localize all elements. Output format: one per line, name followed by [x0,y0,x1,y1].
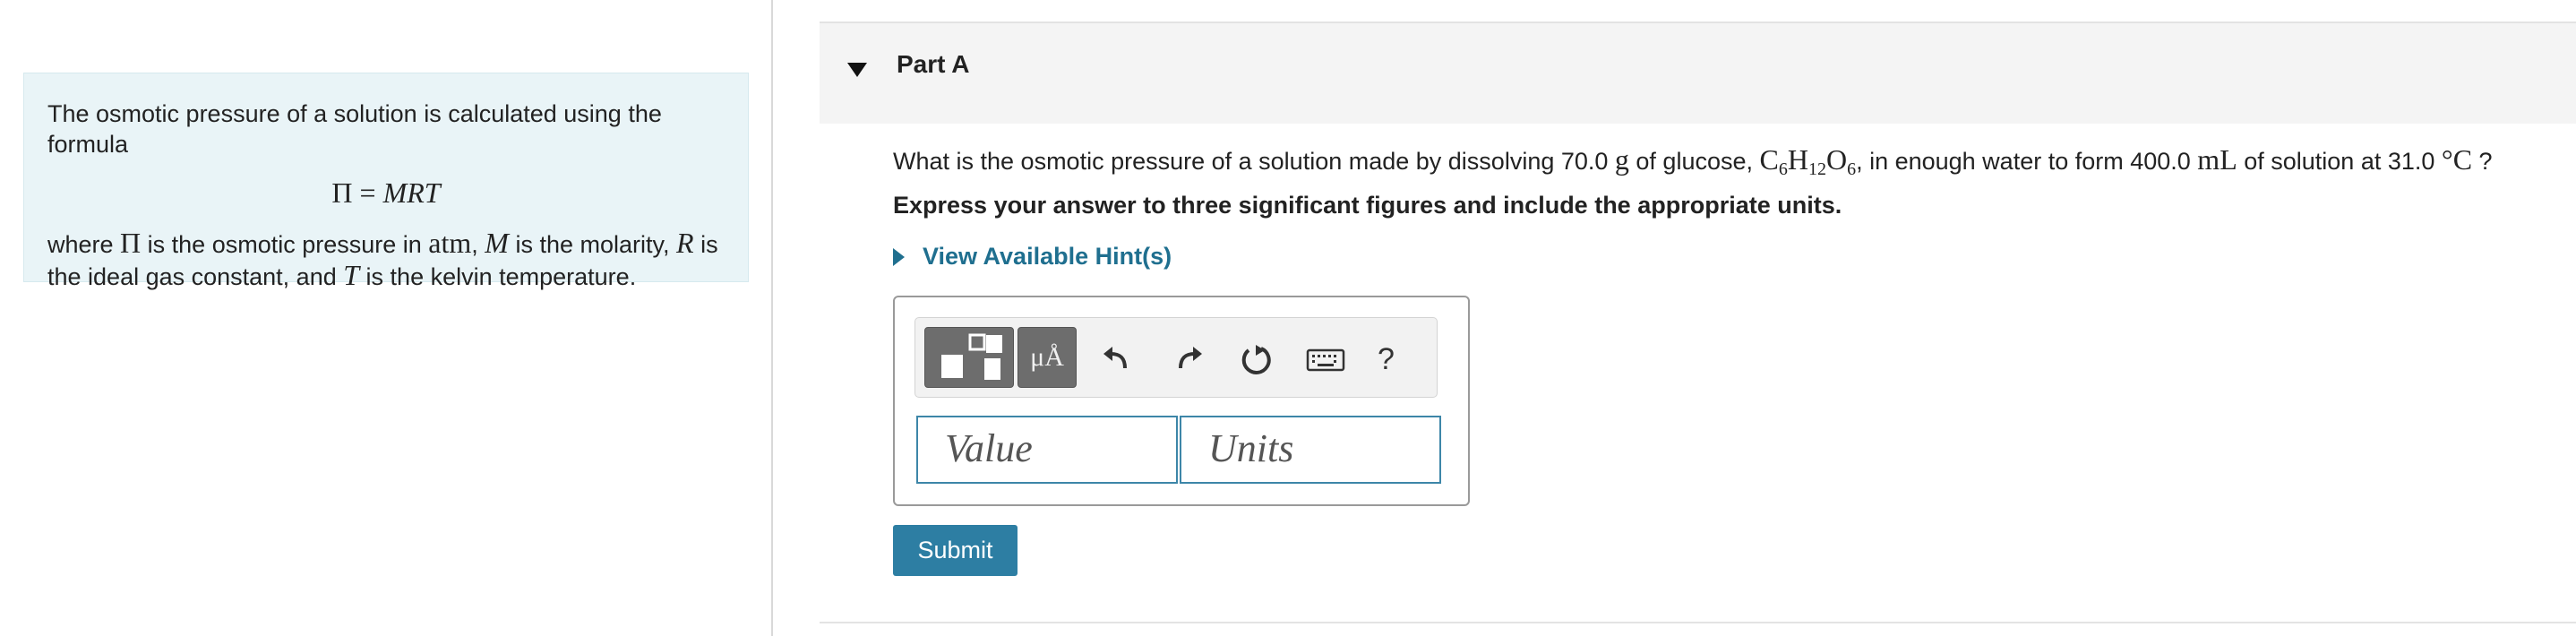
bottom-divider [820,622,2576,623]
value-input[interactable]: Value [916,416,1178,484]
intro-text: The osmotic pressure of a solution is ca… [47,100,662,158]
hints-link-label: View Available Hint(s) [923,243,1172,270]
info-panel: The osmotic pressure of a solution is ca… [23,73,749,290]
submit-button[interactable]: Submit [893,525,1018,576]
part-title: Part A [897,50,970,78]
undo-icon[interactable] [1100,341,1136,377]
reset-icon[interactable] [1238,341,1274,377]
units-symbols-button[interactable]: μÅ [1018,327,1077,388]
panel-divider [771,0,773,636]
redo-icon[interactable] [1170,341,1206,377]
answer-instruction: Express your answer to three significant… [893,192,1842,219]
templates-button[interactable] [924,327,1014,388]
keyboard-icon[interactable] [1306,341,1345,377]
math-toolbar: μÅ ? [914,317,1438,398]
osmotic-formula: Π = MRT [331,176,441,209]
part-header[interactable]: Part A [820,23,2576,124]
templates-icon [941,333,1002,380]
units-input[interactable]: Units [1180,416,1441,484]
view-hints-link[interactable]: View Available Hint(s) [893,243,1172,271]
caret-right-icon [893,248,905,266]
caret-down-icon[interactable] [846,61,868,79]
answer-box: μÅ ? Value Units [893,296,1470,506]
question-text: What is the osmotic pressure of a soluti… [893,143,2493,179]
glucose-formula: C6H12O6 [1759,143,1857,179]
help-button[interactable]: ? [1378,341,1413,377]
definitions-text: where Π is the osmotic pressure in atm, … [47,227,718,291]
